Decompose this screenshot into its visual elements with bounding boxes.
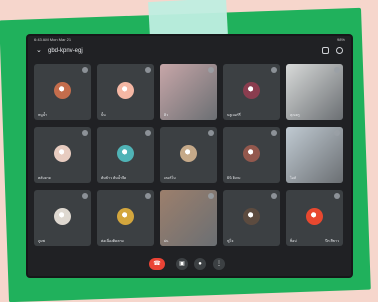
mic-muted-icon — [334, 193, 340, 199]
avatar — [306, 208, 323, 225]
participant-tile[interactable]: ต้นข้าว ต้นน้ำจืด — [97, 127, 154, 183]
participant-tile[interactable]: ไอส์ — [286, 127, 343, 183]
mic-muted-icon — [208, 67, 214, 73]
more-button[interactable]: ⋮ — [213, 258, 225, 270]
mic-muted-icon — [271, 67, 277, 73]
mic-muted-icon — [145, 130, 151, 136]
participant-tile[interactable]: ตลับยาย — [34, 127, 91, 183]
mic-muted-icon — [334, 67, 340, 73]
participant-tile[interactable]: ฝน — [160, 190, 217, 246]
status-left: 6:43 AM Mon Mar 21 — [34, 37, 72, 42]
camera-button[interactable]: ▣ — [176, 258, 188, 270]
audio-output-icon[interactable] — [336, 47, 343, 54]
participant-tile[interactable]: หนูน้ำ — [34, 64, 91, 120]
avatar — [54, 145, 71, 162]
participant-name: บลูเบอร์รี่ — [227, 113, 241, 117]
avatar — [54, 208, 71, 225]
avatar — [243, 145, 260, 162]
participant-tile[interactable]: ปั้น — [97, 64, 154, 120]
participant-name: ภูมพ — [38, 239, 45, 243]
participant-tile[interactable]: ท็อป ปีก สีขาว — [286, 190, 343, 246]
participant-tile[interactable]: เตอร์โบ — [160, 127, 217, 183]
mic-muted-icon — [334, 130, 340, 136]
chevron-down-icon[interactable]: ⌄ — [36, 47, 44, 55]
avatar — [243, 82, 260, 99]
participant-name: ท็อป — [290, 239, 297, 243]
participant-name: ฝน — [164, 239, 169, 243]
participant-name: หนูน้ำ — [38, 113, 48, 117]
avatar — [117, 145, 134, 162]
mic-muted-icon — [208, 193, 214, 199]
participant-tile[interactable]: คุณครู — [286, 64, 343, 120]
mic-muted-icon — [208, 130, 214, 136]
avatar — [117, 82, 134, 99]
mic-muted-icon — [145, 193, 151, 199]
mic-button[interactable]: ● — [194, 258, 206, 270]
status-right: 98% — [336, 37, 345, 42]
participant-tile[interactable]: มินิ ฮิเกม — [223, 127, 280, 183]
avatar — [180, 145, 197, 162]
participant-name: ฟูโจ — [227, 239, 234, 243]
participant-tile[interactable]: ฟูโจ — [223, 190, 280, 246]
participant-name: คุณครู — [290, 113, 300, 117]
participant-tile[interactable]: บลูเบอร์รี่ — [223, 64, 280, 120]
participant-name: ต่อเนื่องติดตาม — [101, 239, 124, 243]
end-call-button[interactable]: ☎ — [149, 258, 165, 270]
mic-muted-icon — [145, 67, 151, 73]
participant-name: ต้นข้าว ต้นน้ำจืด — [101, 176, 127, 180]
tape-strip — [148, 0, 228, 39]
participant-tile[interactable]: ภูมพ — [34, 190, 91, 246]
status-bar: 6:43 AM Mon Mar 21 98% — [28, 36, 351, 44]
avatar — [54, 82, 71, 99]
participant-grid: หนูน้ำ ปั้น ดิว บลูเบอร์รี่ คุณครูตลับยาย ต้น… — [34, 64, 345, 246]
participant-tile[interactable]: ดิว — [160, 64, 217, 120]
camera-switch-icon[interactable] — [322, 47, 329, 54]
participant-extra: ปีก สีขาว — [325, 239, 339, 243]
participant-name: ดิว — [164, 113, 169, 117]
mic-muted-icon — [82, 130, 88, 136]
participant-name: ไอส์ — [290, 176, 296, 180]
mic-muted-icon — [271, 193, 277, 199]
mic-muted-icon — [271, 130, 277, 136]
participant-name: เตอร์โบ — [164, 176, 176, 180]
top-icons — [322, 47, 343, 54]
participant-name: ตลับยาย — [38, 176, 51, 180]
meeting-code[interactable]: gbd-kpnv-egj — [48, 47, 83, 55]
meet-topbar: ⌄ gbd-kpnv-egj — [28, 44, 351, 60]
avatar — [243, 208, 260, 225]
mic-muted-icon — [82, 67, 88, 73]
participant-name: ปั้น — [101, 113, 106, 117]
participant-name: มินิ ฮิเกม — [227, 176, 241, 180]
mic-muted-icon — [82, 193, 88, 199]
call-controls: ☎ ▣ ● ⋮ — [28, 257, 351, 271]
participant-tile[interactable]: ต่อเนื่องติดตาม — [97, 190, 154, 246]
avatar — [117, 208, 134, 225]
tablet-screen: 6:43 AM Mon Mar 21 98% ⌄ gbd-kpnv-egj หน… — [28, 36, 351, 276]
